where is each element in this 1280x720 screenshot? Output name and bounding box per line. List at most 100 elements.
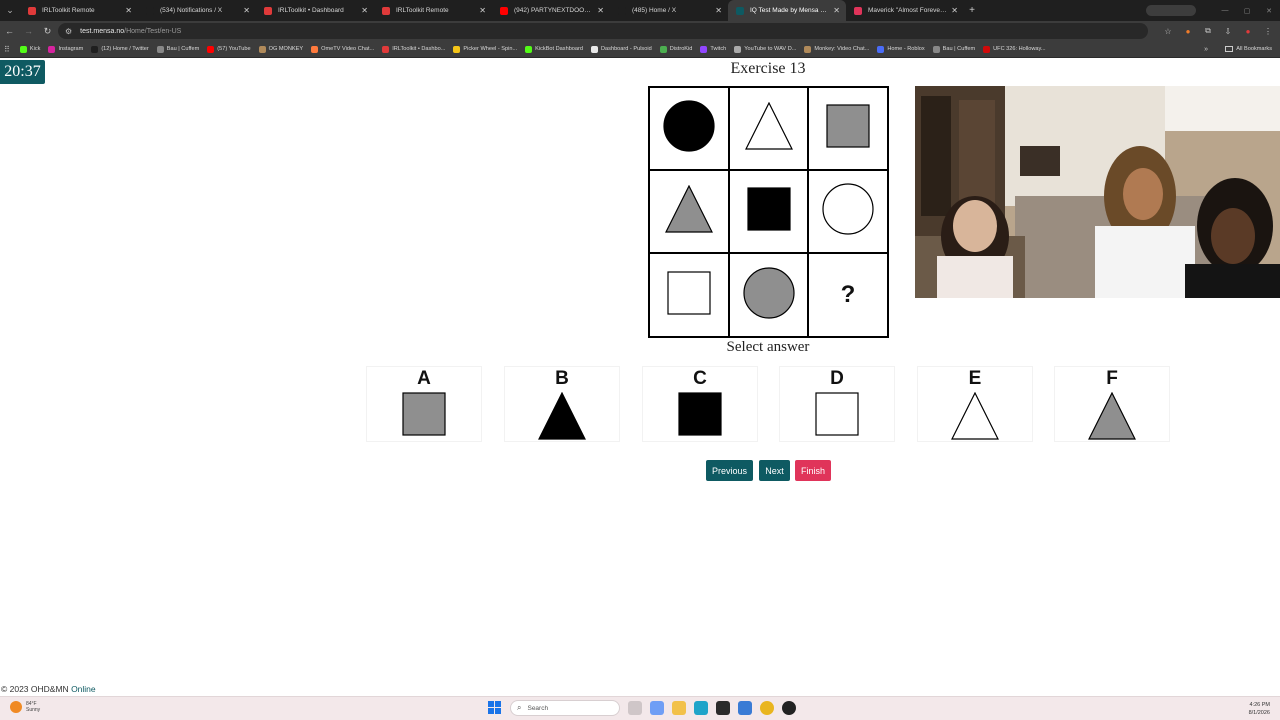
bookmark-item[interactable]: Twitch [700, 45, 726, 53]
bookmark-item[interactable]: Kick [19, 45, 40, 53]
url-omnibox[interactable]: ⚙ test.mensa.no/Home/Test/en-US [58, 23, 1148, 39]
bookmark-favicon-icon [983, 45, 991, 53]
avatar[interactable]: ● [1242, 27, 1254, 36]
matrix-cell [730, 88, 809, 171]
profile-pill[interactable] [1146, 5, 1196, 16]
answer-option-d[interactable]: D [779, 366, 895, 442]
tab-close-icon[interactable]: ✕ [479, 6, 486, 15]
maximize-icon[interactable]: ▢ [1236, 7, 1258, 15]
answer-option-e[interactable]: E [917, 366, 1033, 442]
windows-start-icon[interactable] [488, 701, 502, 715]
site-info-icon[interactable]: ⚙ [65, 27, 72, 36]
browser-tab[interactable]: (942) PARTYNEXTDOOR - Only ✕ [492, 0, 610, 21]
answer-option-c[interactable]: C [642, 366, 758, 442]
bookmark-item[interactable]: OG MONKEY [258, 45, 303, 53]
browser-tab[interactable]: (534) Notifications / X ✕ [138, 0, 256, 21]
bookmark-item[interactable]: Monkey: Video Chat... [804, 45, 869, 53]
task-view-icon[interactable] [628, 701, 642, 715]
bookmark-item[interactable]: Instagram [48, 45, 83, 53]
copilot-icon[interactable] [650, 701, 664, 715]
square-shape-icon [815, 390, 859, 441]
bookmark-item[interactable]: YouTube to WAV D... [734, 45, 796, 53]
bookmarks-bar: ⠿ Kick Instagram (12) Home / Twitter Bau | … [0, 41, 1280, 58]
previous-button[interactable]: Previous [706, 460, 753, 481]
browser-tab[interactable]: IRLToolkit • Dashboard ✕ [256, 0, 374, 21]
bookmark-item[interactable]: IRLToolkit • Dashbo... [382, 45, 445, 53]
tab-close-icon[interactable]: ✕ [715, 6, 722, 15]
tab-close-icon[interactable]: ✕ [951, 6, 958, 15]
close-window-icon[interactable]: ✕ [1258, 7, 1280, 15]
finish-button[interactable]: Finish [795, 460, 831, 481]
answer-option-f[interactable]: F [1054, 366, 1170, 442]
bookmark-favicon-icon [700, 45, 708, 53]
edge-icon[interactable] [694, 701, 708, 715]
all-bookmarks-button[interactable]: All Bookmarks [1225, 46, 1272, 52]
bookmark-item[interactable]: UFC 326: Holloway... [983, 45, 1046, 53]
bookmark-item[interactable]: Picker Wheel - Spin... [453, 45, 517, 53]
footer-brand-link[interactable]: Online [71, 684, 96, 694]
answer-option-b[interactable]: B [504, 366, 620, 442]
obs-icon[interactable] [782, 701, 796, 715]
chrome-icon[interactable] [760, 701, 774, 715]
bookmark-favicon-icon [525, 45, 533, 53]
bookmark-favicon-icon [19, 45, 27, 53]
browser-tab[interactable]: IRLToolkit Remote ✕ [20, 0, 138, 21]
store-icon[interactable] [738, 701, 752, 715]
bookmark-item[interactable]: (12) Home / Twitter [91, 45, 149, 53]
bookmark-item[interactable]: KickBot Dashboard [525, 45, 583, 53]
terminal-icon[interactable] [716, 701, 730, 715]
forward-arrow-icon[interactable]: → [19, 26, 38, 36]
square-shape-icon [402, 390, 446, 441]
url-path: /Home/Test/en-US [124, 27, 182, 35]
tab-search-chevron-icon[interactable]: ⌄ [0, 0, 20, 21]
weather-widget[interactable]: 84°F Sunny [10, 701, 40, 713]
system-clock[interactable]: 4:26 PM 8/1/2026 [1249, 701, 1270, 717]
bookmark-favicon-icon [48, 45, 56, 53]
square-shape-icon [678, 390, 722, 441]
browser-tab[interactable]: IQ Test Made by Mensa Norw... ✕ [728, 0, 846, 21]
bookmark-favicon-icon [156, 45, 164, 53]
reload-icon[interactable]: ↻ [38, 26, 57, 37]
bookmark-item[interactable]: Dashboard - Pulsoid [591, 45, 652, 53]
tab-close-icon[interactable]: ✕ [833, 6, 840, 15]
answer-option-a[interactable]: A [366, 366, 482, 442]
browser-tab[interactable]: Maverick "Almost Forever" EP ✕ [846, 0, 964, 21]
irl-icon [382, 6, 390, 15]
extension-fire-icon[interactable]: ● [1182, 27, 1194, 36]
tab-close-icon[interactable]: ✕ [243, 6, 250, 15]
bookmark-item[interactable]: Bau | Cuffem [932, 45, 975, 53]
bookmark-favicon-icon [734, 45, 742, 53]
exercise-title: Exercise 13 [730, 60, 806, 77]
minimize-icon[interactable]: — [1214, 7, 1236, 14]
tab-title: IQ Test Made by Mensa Norw... [750, 7, 829, 14]
tab-close-icon[interactable]: ✕ [125, 6, 132, 15]
bookmark-item[interactable]: OmeTV Video Chat... [311, 45, 374, 53]
next-button[interactable]: Next [759, 460, 790, 481]
triangle-shape-icon [665, 184, 713, 238]
webcam-scene-image [915, 86, 1280, 298]
bookmark-item[interactable]: (57) YouTube [207, 45, 251, 53]
irl-icon [28, 6, 36, 15]
matrix-cell [650, 171, 730, 254]
bookmark-item[interactable]: DistroKid [659, 45, 692, 53]
extensions-puzzle-icon[interactable]: ⧉ [1202, 26, 1214, 36]
kebab-menu-icon[interactable]: ⋮ [1262, 27, 1274, 36]
back-arrow-icon[interactable]: ← [0, 26, 19, 36]
file-explorer-icon[interactable] [672, 701, 686, 715]
browser-tab[interactable]: (485) Home / X ✕ [610, 0, 728, 21]
tab-title: (942) PARTYNEXTDOOR - Only [514, 7, 593, 14]
tab-close-icon[interactable]: ✕ [361, 6, 368, 15]
bookmarks-overflow-icon[interactable]: » [1204, 46, 1208, 53]
tab-close-icon[interactable]: ✕ [597, 6, 604, 15]
taskbar-search[interactable]: ⌕ Search [510, 700, 620, 716]
bookmark-list: Kick Instagram (12) Home / Twitter Bau | Cu… [19, 45, 1054, 53]
bookmark-item[interactable]: Bau | Cuffem [156, 45, 199, 53]
puzzle-matrix: ? [648, 86, 889, 338]
browser-tab[interactable]: IRLToolkit Remote ✕ [374, 0, 492, 21]
new-tab-plus-icon[interactable]: + [964, 5, 980, 16]
downloads-icon[interactable]: ⇩ [1222, 27, 1234, 36]
bookmark-star-icon[interactable]: ☆ [1162, 27, 1174, 36]
bookmark-item[interactable]: Home - Roblox [877, 45, 925, 53]
x-icon [146, 6, 154, 15]
apps-grid-icon[interactable]: ⠿ [4, 45, 10, 54]
